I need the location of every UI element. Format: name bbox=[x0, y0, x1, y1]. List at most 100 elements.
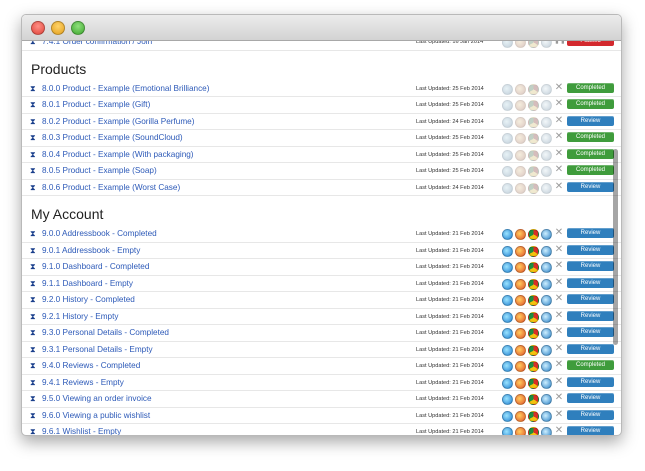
template-link[interactable]: 9.0.0 Addressbook - Completed bbox=[42, 228, 157, 239]
chrome-icon bbox=[528, 133, 539, 144]
template-link[interactable]: 8.0.6 Product - Example (Worst Case) bbox=[42, 182, 180, 193]
last-updated: Last Updated: 25 Feb 2014 bbox=[416, 151, 484, 158]
hourglass-icon: ⧗ bbox=[30, 377, 36, 387]
hourglass-icon: ⧗ bbox=[30, 166, 36, 175]
template-link[interactable]: 9.3.1 Personal Details - Empty bbox=[42, 344, 153, 355]
ie-icon bbox=[502, 166, 513, 177]
firefox-icon bbox=[515, 182, 526, 194]
template-link[interactable]: 9.6.1 Wishlist - Empty bbox=[42, 426, 121, 435]
close-icon[interactable]: ✕ bbox=[554, 260, 564, 272]
safari-icon bbox=[541, 427, 552, 435]
status-badge[interactable]: Review bbox=[567, 261, 614, 271]
scrollbar[interactable] bbox=[613, 149, 618, 345]
template-link[interactable]: 8.0.3 Product - Example (SoundCloud) bbox=[42, 132, 183, 143]
close-icon[interactable]: ✕ bbox=[554, 310, 564, 322]
status-badge[interactable]: Completed bbox=[567, 99, 614, 109]
template-link[interactable]: 9.2.1 History - Empty bbox=[42, 311, 118, 322]
close-icon[interactable]: ✕ bbox=[554, 227, 564, 239]
template-link[interactable]: 9.3.0 Personal Details - Completed bbox=[42, 327, 169, 338]
chrome-icon bbox=[528, 182, 539, 194]
template-link[interactable]: 9.0.1 Addressbook - Empty bbox=[42, 245, 140, 256]
list-row: ⧗ 8.0.5 Product - Example (Soap) Last Upda… bbox=[22, 163, 621, 180]
status-badge[interactable]: Paused bbox=[567, 41, 614, 46]
close-icon[interactable]: ✕ bbox=[554, 343, 564, 355]
template-link[interactable]: 9.6.0 Viewing a public wishlist bbox=[42, 410, 150, 421]
last-updated: Last Updated: 25 Feb 2014 bbox=[416, 168, 484, 174]
close-window-button[interactable] bbox=[31, 21, 45, 35]
status-badge[interactable]: Review bbox=[567, 343, 614, 354]
status-badge[interactable]: Completed bbox=[567, 148, 614, 159]
hourglass-icon: ⧗ bbox=[30, 41, 36, 46]
list-row: ⧗ 8.0.3 Product - Example (SoundCloud) Las… bbox=[22, 130, 621, 147]
template-link[interactable]: 9.4.1 Reviews - Empty bbox=[42, 377, 124, 388]
close-icon[interactable]: ✕ bbox=[554, 359, 564, 371]
close-icon[interactable]: ✕ bbox=[554, 131, 564, 143]
chrome-icon bbox=[528, 394, 539, 405]
close-icon[interactable]: ✕ bbox=[554, 277, 564, 289]
status-badge[interactable]: Completed bbox=[567, 360, 614, 370]
status-badge[interactable]: Review bbox=[567, 327, 614, 337]
browser-support bbox=[502, 278, 552, 290]
template-link[interactable]: 8.0.5 Product - Example (Soap) bbox=[42, 165, 157, 176]
close-icon[interactable]: ✕ bbox=[554, 392, 564, 404]
close-icon[interactable]: ✕ bbox=[554, 82, 564, 94]
chrome-icon bbox=[528, 116, 539, 128]
firefox-icon bbox=[515, 278, 526, 290]
status-badge[interactable]: Review bbox=[567, 277, 614, 288]
close-icon[interactable]: ✕ bbox=[554, 148, 564, 160]
firefox-icon bbox=[515, 133, 526, 144]
template-link[interactable]: 7.4.1 Order confirmation / Join bbox=[42, 41, 152, 47]
safari-icon bbox=[541, 361, 552, 372]
close-icon[interactable]: ✕ bbox=[554, 115, 564, 127]
status-badge[interactable]: Completed bbox=[567, 165, 614, 175]
close-icon[interactable]: ✕ bbox=[554, 244, 564, 256]
ie-icon bbox=[502, 311, 513, 323]
template-link[interactable]: 8.0.1 Product - Example (Gift) bbox=[42, 99, 150, 110]
status-badge[interactable]: Review bbox=[567, 426, 614, 435]
close-icon[interactable]: ✕ bbox=[554, 376, 564, 388]
close-icon[interactable]: ✕ bbox=[554, 164, 564, 176]
safari-icon bbox=[541, 83, 552, 95]
status-badge[interactable]: Review bbox=[567, 228, 614, 238]
close-icon[interactable]: ✕ bbox=[554, 293, 564, 305]
chrome-icon bbox=[528, 410, 539, 422]
close-icon[interactable]: ✕ bbox=[554, 98, 564, 110]
browser-support bbox=[502, 245, 552, 257]
browser-support bbox=[502, 229, 552, 240]
close-icon[interactable]: ✕ bbox=[554, 326, 564, 338]
status-badge[interactable]: Completed bbox=[567, 132, 614, 142]
close-icon[interactable]: ✕ bbox=[554, 181, 564, 193]
close-icon[interactable]: ✕ bbox=[554, 425, 564, 435]
template-link[interactable]: 9.5.0 Viewing an order invoice bbox=[42, 393, 152, 404]
hourglass-icon: ⧗ bbox=[30, 361, 36, 370]
template-link[interactable]: 9.1.0 Dashboard - Completed bbox=[42, 261, 149, 272]
status-badge[interactable]: Review bbox=[567, 181, 614, 192]
list-row: ⧗ 9.4.0 Reviews - Completed Last Updated: … bbox=[22, 358, 621, 375]
template-link[interactable]: 9.1.1 Dashboard - Empty bbox=[42, 278, 133, 289]
status-badge[interactable]: Review bbox=[567, 393, 614, 403]
firefox-icon bbox=[515, 361, 526, 372]
list-row: ⧗ 7.4.1 Order confirmation / Join Last Upd… bbox=[22, 41, 621, 51]
zoom-window-button[interactable] bbox=[71, 21, 85, 35]
template-link[interactable]: 9.4.0 Reviews - Completed bbox=[42, 360, 140, 371]
status-badge[interactable]: Review bbox=[567, 244, 614, 255]
status-badge[interactable]: Review bbox=[567, 376, 614, 387]
status-badge[interactable]: Review bbox=[567, 409, 614, 420]
close-icon[interactable]: ✕ bbox=[554, 409, 564, 421]
template-link[interactable]: 8.0.2 Product - Example (Gorilla Perfume… bbox=[42, 116, 194, 127]
template-link[interactable]: 9.2.0 History - Completed bbox=[42, 294, 135, 305]
template-link[interactable]: 8.0.0 Product - Example (Emotional Brill… bbox=[42, 83, 209, 94]
template-link[interactable]: 8.0.4 Product - Example (With packaging) bbox=[42, 149, 194, 160]
ie-icon bbox=[502, 133, 513, 144]
pause-icon[interactable]: ❚❚ bbox=[554, 41, 566, 47]
status-badge[interactable]: Completed bbox=[567, 82, 614, 93]
hourglass-icon: ⧗ bbox=[30, 427, 36, 435]
status-badge[interactable]: Review bbox=[567, 294, 614, 304]
ie-icon bbox=[502, 328, 513, 339]
status-badge[interactable]: Review bbox=[567, 310, 614, 321]
firefox-icon bbox=[515, 328, 526, 339]
status-badge[interactable]: Review bbox=[567, 115, 614, 126]
minimize-window-button[interactable] bbox=[51, 21, 65, 35]
ie-icon bbox=[502, 295, 513, 306]
safari-icon bbox=[541, 262, 552, 273]
